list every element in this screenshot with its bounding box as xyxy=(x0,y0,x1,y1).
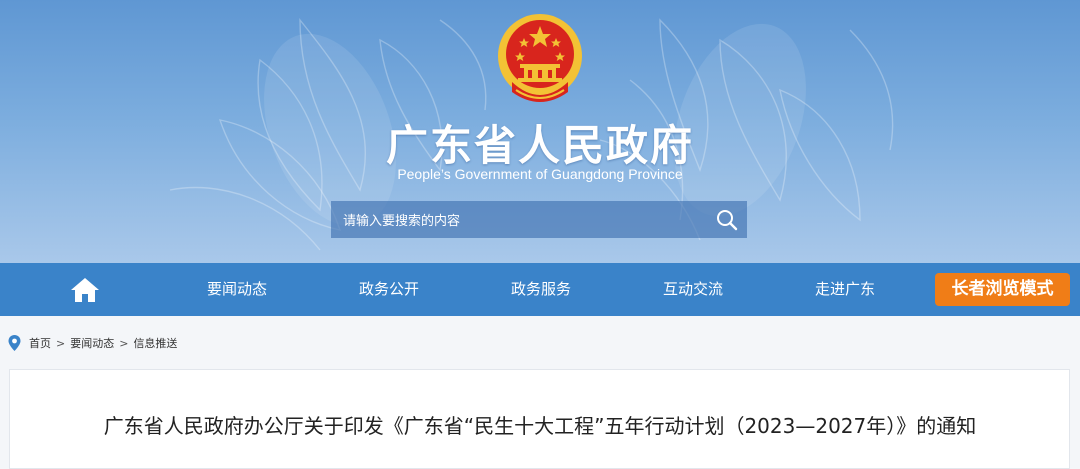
search-bar[interactable]: 请输入要搜索的内容 xyxy=(331,201,747,238)
breadcrumb-news[interactable]: 要闻动态 xyxy=(70,335,114,351)
search-input[interactable]: 请输入要搜索的内容 xyxy=(331,210,707,229)
breadcrumb-info-push[interactable]: 信息推送 xyxy=(133,335,177,351)
breadcrumb-home[interactable]: 首页 xyxy=(29,335,51,351)
nav-item-news[interactable]: 要闻动态 xyxy=(182,263,292,316)
nav-item-gov-affairs-open[interactable]: 政务公开 xyxy=(334,263,444,316)
breadcrumb-separator: > xyxy=(56,336,66,350)
nav-item-interaction[interactable]: 互动交流 xyxy=(638,263,748,316)
breadcrumb: 首页 > 要闻动态 > 信息推送 xyxy=(8,334,177,352)
national-emblem-icon xyxy=(498,14,582,102)
search-icon xyxy=(717,209,738,230)
home-button[interactable] xyxy=(68,276,102,304)
search-button[interactable] xyxy=(707,201,747,238)
home-icon xyxy=(71,278,99,302)
nav-item-about-guangdong[interactable]: 走进广东 xyxy=(790,263,900,316)
breadcrumb-separator: > xyxy=(119,336,129,350)
site-subtitle: People’s Government of Guangdong Provinc… xyxy=(397,166,683,182)
header-banner: 广东省人民政府 People’s Government of Guangdong… xyxy=(0,0,1080,263)
location-pin-icon xyxy=(8,335,21,351)
nav-item-gov-services[interactable]: 政务服务 xyxy=(486,263,596,316)
site-title: 广东省人民政府 xyxy=(385,121,694,170)
article-title: 广东省人民政府办公厅关于印发《广东省“民生十大工程”五年行动计划（2023—20… xyxy=(103,414,977,438)
main-nav: 要闻动态 政务公开 政务服务 互动交流 走进广东 xyxy=(0,263,1080,316)
elder-mode-button[interactable]: 长者浏览模式 xyxy=(935,273,1070,306)
